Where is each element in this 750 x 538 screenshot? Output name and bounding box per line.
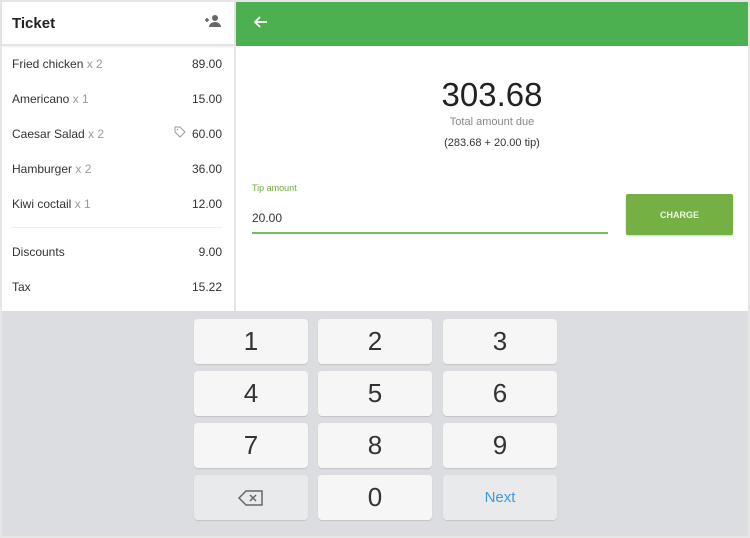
item-qty: x 1 xyxy=(74,196,91,211)
add-customer-icon[interactable] xyxy=(204,14,222,33)
key-7[interactable]: 7 xyxy=(194,423,308,468)
backspace-key[interactable] xyxy=(194,475,308,520)
item-qty: x 2 xyxy=(86,56,103,71)
tip-label: Tip amount xyxy=(252,183,297,193)
discounts-label: Discounts xyxy=(12,244,65,259)
ticket-item[interactable]: Fried chicken x 2 89.00 xyxy=(2,46,234,81)
key-0[interactable]: 0 xyxy=(318,475,432,520)
ticket-item[interactable]: Hamburger x 2 36.00 xyxy=(2,151,234,186)
tax-row: Tax 15.22 xyxy=(2,269,234,304)
item-qty: x 1 xyxy=(72,91,89,106)
item-name: Americano x 1 xyxy=(12,91,89,106)
discount-tag-icon xyxy=(174,126,186,141)
item-qty: x 2 xyxy=(75,161,92,176)
ticket-header: Ticket xyxy=(2,2,234,46)
item-name: Kiwi coctail x 1 xyxy=(12,196,91,211)
payment-panel: 303.68 Total amount due (283.68 + 20.00 … xyxy=(236,46,748,311)
numeric-keypad: 1 2 3 4 5 6 7 8 9 0 Next xyxy=(2,311,748,536)
key-6[interactable]: 6 xyxy=(443,371,557,416)
key-8[interactable]: 8 xyxy=(318,423,432,468)
item-price: 36.00 xyxy=(191,161,222,176)
discounts-row: Discounts 9.00 xyxy=(2,234,234,269)
key-3[interactable]: 3 xyxy=(443,319,557,364)
item-qty: x 2 xyxy=(88,126,105,141)
item-name: Hamburger x 2 xyxy=(12,161,92,176)
ticket-item[interactable]: Kiwi coctail x 1 12.00 xyxy=(2,186,234,221)
item-price: 12.00 xyxy=(191,196,222,211)
ticket-item[interactable]: Caesar Salad x 2 60.00 xyxy=(2,116,234,151)
ticket-items: Fried chicken x 2 89.00 Americano x 1 15.00… xyxy=(2,46,234,221)
key-9[interactable]: 9 xyxy=(443,423,557,468)
tax-label: Tax xyxy=(12,279,31,294)
item-price: 15.00 xyxy=(191,91,222,106)
key-5[interactable]: 5 xyxy=(318,371,432,416)
tip-amount-input[interactable] xyxy=(252,204,608,234)
ticket-item[interactable]: Americano x 1 15.00 xyxy=(2,81,234,116)
key-1[interactable]: 1 xyxy=(194,319,308,364)
ticket-title: Ticket xyxy=(12,14,56,32)
tax-value: 15.22 xyxy=(191,279,222,294)
payment-header xyxy=(236,2,748,46)
total-label: Total amount due xyxy=(449,116,535,128)
back-arrow-icon[interactable] xyxy=(253,15,268,33)
next-key[interactable]: Next xyxy=(443,475,557,520)
charge-button[interactable]: CHARGE xyxy=(626,194,733,235)
backspace-icon xyxy=(237,482,264,513)
item-price: 60.00 xyxy=(191,126,222,141)
divider xyxy=(12,227,222,228)
key-4[interactable]: 4 xyxy=(194,371,308,416)
key-2[interactable]: 2 xyxy=(318,319,432,364)
total-breakdown: (283.68 + 20.00 tip) xyxy=(444,137,540,149)
item-price: 89.00 xyxy=(191,56,222,71)
total-amount: 303.68 xyxy=(441,76,543,113)
ticket-panel: Ticket Fried chicken x 2 89.00 Americano x… xyxy=(2,2,234,311)
item-name: Caesar Salad x 2 xyxy=(12,126,105,141)
discounts-value: 9.00 xyxy=(198,244,222,259)
item-name: Fried chicken x 2 xyxy=(12,56,103,71)
